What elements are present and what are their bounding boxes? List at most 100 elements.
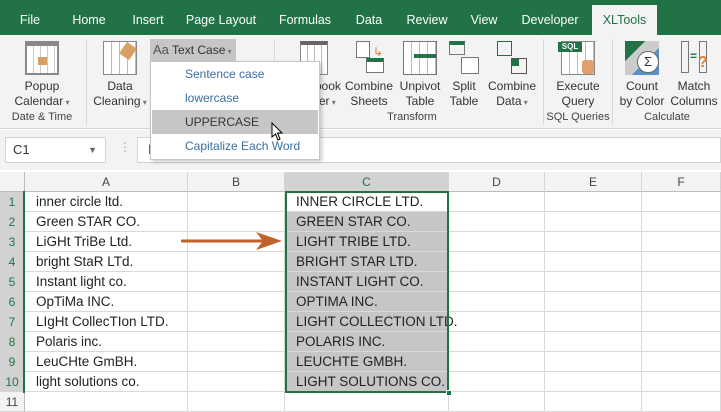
cell-A7[interactable]: LIgHt CollecTIon LTD. (25, 312, 188, 332)
cell-F9[interactable] (642, 352, 721, 372)
cell-E10[interactable] (545, 372, 642, 392)
cell-B5[interactable] (188, 272, 285, 292)
row-header[interactable]: 4 (0, 252, 25, 272)
cell-B4[interactable] (188, 252, 285, 272)
cell-A1[interactable]: inner circle ltd. (25, 192, 188, 212)
cell-D2[interactable] (449, 212, 545, 232)
cell-B9[interactable] (188, 352, 285, 372)
menu-item-uppercase[interactable]: UPPERCASE (152, 110, 318, 134)
cell-A2[interactable]: Green STAR CO. (25, 212, 188, 232)
cell-A11[interactable] (25, 392, 188, 412)
cell-D1[interactable] (449, 192, 545, 212)
row-header[interactable]: 11 (0, 392, 25, 412)
cell-D7[interactable] (449, 312, 545, 332)
cell-C1[interactable]: INNER CIRCLE LTD. (285, 192, 449, 212)
cell-F3[interactable] (642, 232, 721, 252)
tab-formulas[interactable]: Formulas (275, 5, 335, 35)
column-header-b[interactable]: B (188, 172, 285, 192)
cell-A5[interactable]: Instant light co. (25, 272, 188, 292)
cell-F4[interactable] (642, 252, 721, 272)
combine-data-button[interactable]: Combine Data ▾ (484, 41, 540, 110)
cell-D3[interactable] (449, 232, 545, 252)
tab-file[interactable]: File (12, 5, 48, 35)
tab-xltools[interactable]: XLTools (592, 5, 657, 35)
cell-E11[interactable] (545, 392, 642, 412)
cell-E6[interactable] (545, 292, 642, 312)
popup-calendar-button[interactable]: Popup Calendar ▾ (10, 41, 74, 110)
cell-E9[interactable] (545, 352, 642, 372)
combine-sheets-button[interactable]: ↳ Combine Sheets (344, 41, 394, 109)
row-header[interactable]: 1 (0, 192, 25, 212)
cell-F8[interactable] (642, 332, 721, 352)
cell-F5[interactable] (642, 272, 721, 292)
column-header-a[interactable]: A (25, 172, 188, 192)
column-header-c[interactable]: C (285, 172, 449, 192)
row-header[interactable]: 6 (0, 292, 25, 312)
row-header[interactable]: 5 (0, 272, 25, 292)
row-header[interactable]: 2 (0, 212, 25, 232)
cell-B11[interactable] (188, 392, 285, 412)
menu-item-capitalize-each-word[interactable]: Capitalize Each Word (152, 134, 318, 158)
cell-E8[interactable] (545, 332, 642, 352)
row-header[interactable]: 10 (0, 372, 25, 392)
text-case-button[interactable]: Aa Text Case ▾ (150, 39, 236, 61)
cell-D8[interactable] (449, 332, 545, 352)
row-header[interactable]: 7 (0, 312, 25, 332)
row-header[interactable]: 9 (0, 352, 25, 372)
cell-C2[interactable]: GREEN STAR CO. (285, 212, 449, 232)
cell-F7[interactable] (642, 312, 721, 332)
cell-D9[interactable] (449, 352, 545, 372)
chevron-down-icon[interactable]: ▼ (88, 138, 97, 162)
cell-B1[interactable] (188, 192, 285, 212)
row-header[interactable]: 8 (0, 332, 25, 352)
split-table-button[interactable]: Split Table (446, 41, 482, 109)
cell-F6[interactable] (642, 292, 721, 312)
cell-B8[interactable] (188, 332, 285, 352)
cell-D10[interactable] (449, 372, 545, 392)
match-columns-button[interactable]: =? Match Columns (668, 41, 720, 109)
cell-C10[interactable]: LIGHT SOLUTIONS CO. (285, 372, 449, 392)
cell-C3[interactable]: LIGHT TRIBE LTD. (285, 232, 449, 252)
column-header-f[interactable]: F (642, 172, 721, 192)
menu-item-lowercase[interactable]: lowercase (152, 86, 318, 110)
cell-F10[interactable] (642, 372, 721, 392)
cell-B7[interactable] (188, 312, 285, 332)
cell-A8[interactable]: Polaris inc. (25, 332, 188, 352)
cell-E3[interactable] (545, 232, 642, 252)
tab-home[interactable]: Home (66, 5, 112, 35)
tab-data[interactable]: Data (350, 5, 388, 35)
cell-F2[interactable] (642, 212, 721, 232)
cell-F1[interactable] (642, 192, 721, 212)
cell-B2[interactable] (188, 212, 285, 232)
cell-C11[interactable] (285, 392, 449, 412)
cell-B10[interactable] (188, 372, 285, 392)
cell-B6[interactable] (188, 292, 285, 312)
unpivot-table-button[interactable]: Unpivot Table (396, 41, 444, 109)
cell-A3[interactable]: LiGHt TriBe Ltd. (25, 232, 188, 252)
cell-A6[interactable]: OpTiMa INC. (25, 292, 188, 312)
cell-C6[interactable]: OPTIMA INC. (285, 292, 449, 312)
menu-item-sentence-case[interactable]: Sentence case (152, 62, 318, 86)
select-all-button[interactable] (0, 172, 25, 192)
count-by-color-button[interactable]: Σ Count by Color (616, 41, 668, 109)
cell-E7[interactable] (545, 312, 642, 332)
cell-D4[interactable] (449, 252, 545, 272)
cell-F11[interactable] (642, 392, 721, 412)
cell-A9[interactable]: LeuCHte GmBH. (25, 352, 188, 372)
cell-C9[interactable]: LEUCHTE GMBH. (285, 352, 449, 372)
name-box[interactable]: C1 ▼ (5, 137, 106, 163)
cell-C8[interactable]: POLARIS INC. (285, 332, 449, 352)
row-header[interactable]: 3 (0, 232, 25, 252)
cell-C5[interactable]: INSTANT LIGHT CO. (285, 272, 449, 292)
cell-C4[interactable]: BRIGHT STAR LTD. (285, 252, 449, 272)
data-cleaning-button[interactable]: Data Cleaning ▾ (88, 41, 152, 110)
tab-developer[interactable]: Developer (516, 5, 584, 35)
cell-C7[interactable]: LIGHT COLLECTION LTD. (285, 312, 458, 332)
cell-D5[interactable] (449, 272, 545, 292)
cell-E2[interactable] (545, 212, 642, 232)
tab-review[interactable]: Review (402, 5, 452, 35)
cell-E1[interactable] (545, 192, 642, 212)
cell-E4[interactable] (545, 252, 642, 272)
tab-page-layout[interactable]: Page Layout (185, 5, 257, 35)
execute-query-button[interactable]: SQL Execute Query (548, 41, 608, 109)
